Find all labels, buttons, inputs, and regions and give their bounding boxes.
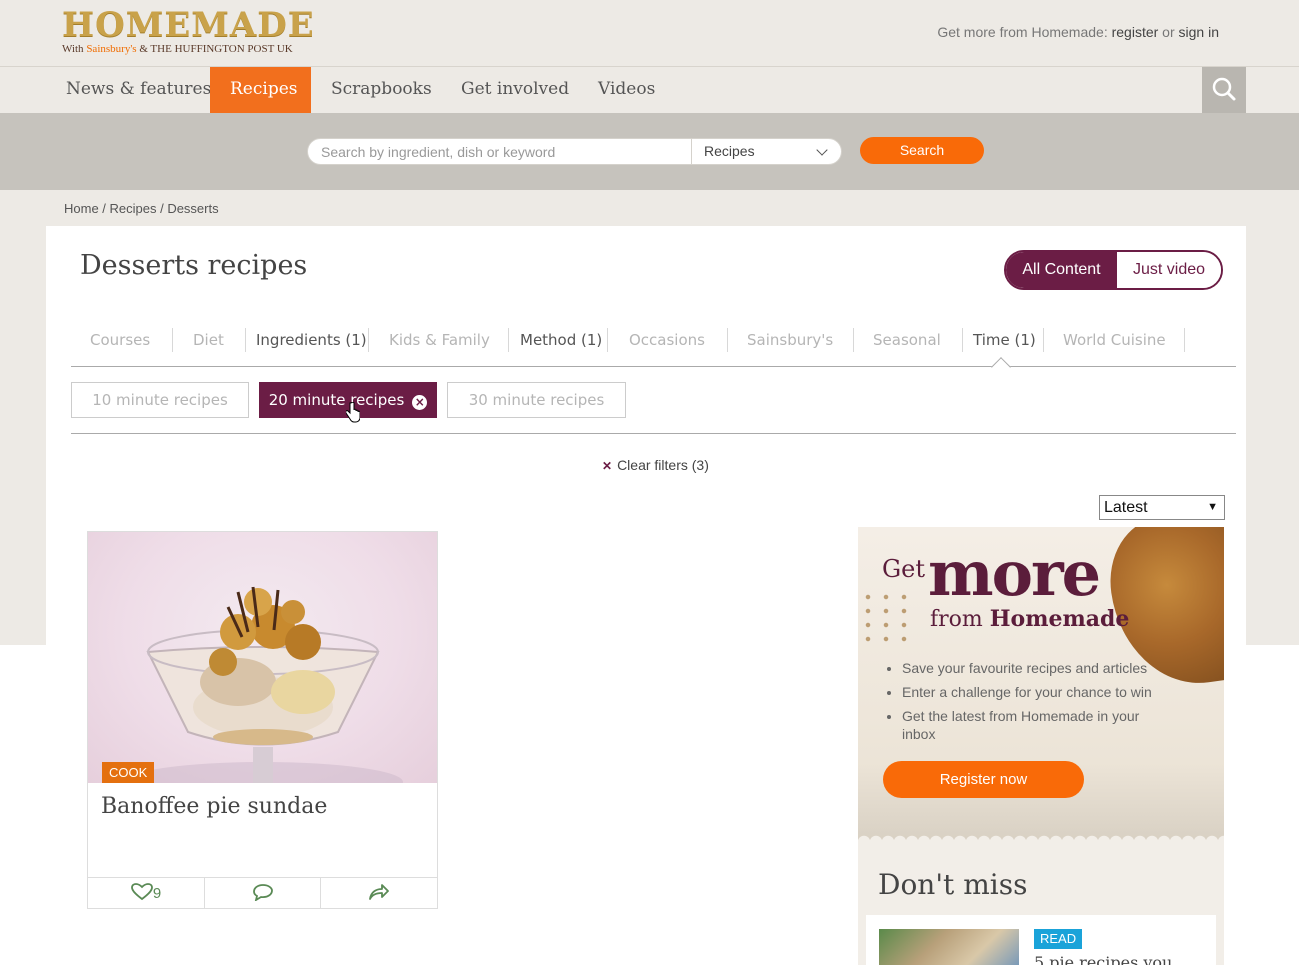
- logo-subtitle: With Sainsbury's & THE HUFFINGTON POST U…: [62, 43, 293, 55]
- heart-icon: [130, 883, 153, 901]
- nav-search-button[interactable]: [1202, 67, 1246, 113]
- recipe-actions: 9: [88, 877, 437, 909]
- chevron-down-icon[interactable]: [816, 144, 828, 156]
- promo-benefits: Save your favourite recipes and articles…: [902, 659, 1167, 749]
- read-badge: READ: [1034, 929, 1083, 949]
- recipe-badge: COOK: [102, 762, 155, 783]
- tab-occasions[interactable]: Occasions: [629, 325, 705, 355]
- dont-miss-headline[interactable]: 5 pie recipes you: [1034, 953, 1172, 965]
- promo-benefit: Enter a challenge for your chance to win: [902, 683, 1167, 701]
- register-link[interactable]: register: [1112, 24, 1159, 40]
- search-icon: [1212, 77, 1236, 101]
- account-prompt: Get more from Homemade:: [937, 24, 1112, 40]
- like-button[interactable]: 9: [88, 878, 204, 909]
- sort-select[interactable]: Latest ▼: [1099, 495, 1225, 520]
- sundae-illustration: [123, 586, 403, 783]
- search-scope-select[interactable]: Recipes: [704, 143, 755, 159]
- tab-ingredients[interactable]: Ingredients (1): [256, 325, 367, 355]
- comment-icon: [252, 884, 273, 902]
- recipe-image[interactable]: COOK: [88, 532, 437, 783]
- register-promo: Get more from Homemade Save your favouri…: [858, 527, 1224, 842]
- wave-divider-right: [1246, 636, 1299, 648]
- logo-wordmark: HOMEMADE: [62, 5, 315, 45]
- register-now-button[interactable]: Register now: [883, 761, 1084, 798]
- tab-kids-family[interactable]: Kids & Family: [389, 325, 490, 355]
- remove-filter-icon[interactable]: ×: [412, 395, 428, 410]
- nav-news-features[interactable]: News & features: [46, 67, 231, 113]
- chip-10-minute-recipes[interactable]: 10 minute recipes: [71, 382, 249, 418]
- tab-seasonal[interactable]: Seasonal: [873, 325, 941, 355]
- search-input[interactable]: [308, 139, 692, 164]
- chip-30-minute-recipes[interactable]: 30 minute recipes: [447, 382, 626, 418]
- homemade-logo[interactable]: HOMEMADE With Sainsbury's & THE HUFFINGT…: [62, 5, 315, 55]
- toggle-just-video[interactable]: Just video: [1117, 252, 1221, 288]
- dropdown-arrow-icon: ▼: [1207, 501, 1218, 513]
- nav-get-involved[interactable]: Get involved: [441, 67, 589, 113]
- page-title: Desserts recipes: [80, 250, 308, 281]
- tab-time[interactable]: Time (1): [973, 325, 1036, 355]
- promo-more: more: [928, 537, 1101, 610]
- content-toggle: All Content Just video: [1004, 250, 1223, 290]
- hand-cursor-icon: [346, 402, 360, 423]
- nav-videos[interactable]: Videos: [578, 67, 675, 113]
- tab-courses[interactable]: Courses: [90, 325, 150, 355]
- share-button[interactable]: [320, 878, 436, 909]
- like-count: 9: [152, 885, 162, 902]
- filter-tabs: Courses Diet Ingredients (1) Kids & Fami…: [71, 325, 1236, 367]
- promo-get: Get: [882, 555, 926, 583]
- tab-sainsburys[interactable]: Sainsbury's: [747, 325, 833, 355]
- main-nav: News & features Recipes Scrapbooks Get i…: [0, 67, 1299, 118]
- share-icon: [368, 884, 389, 900]
- tab-world-cuisine[interactable]: World Cuisine: [1063, 325, 1166, 355]
- dont-miss-title: Don't miss: [878, 868, 1028, 901]
- search-box: Recipes: [307, 138, 842, 165]
- dont-miss-image[interactable]: [879, 929, 1019, 965]
- promo-wave-edge: [858, 832, 1224, 842]
- crumbs-decoration: [858, 587, 918, 647]
- comment-button[interactable]: [204, 878, 320, 909]
- recipe-card[interactable]: COOK Banoffee pie sundae 9: [87, 531, 438, 909]
- nav-recipes[interactable]: Recipes: [210, 67, 311, 118]
- filter-divider: [71, 433, 1236, 434]
- top-bar: HOMEMADE With Sainsbury's & THE HUFFINGT…: [0, 0, 1299, 67]
- search-button[interactable]: Search: [860, 137, 984, 164]
- promo-from: from Homemade: [930, 606, 1130, 632]
- promo-benefit: Get the latest from Homemade in your inb…: [902, 707, 1167, 743]
- tab-diet[interactable]: Diet: [193, 325, 224, 355]
- account-links: Get more from Homemade: register or sign…: [937, 24, 1219, 40]
- recipe-title[interactable]: Banoffee pie sundae: [101, 794, 327, 819]
- sign-in-link[interactable]: sign in: [1179, 24, 1219, 40]
- close-icon: ✕: [602, 459, 613, 473]
- tab-method[interactable]: Method (1): [520, 325, 602, 355]
- nav-scrapbooks[interactable]: Scrapbooks: [311, 67, 452, 113]
- toggle-all-content[interactable]: All Content: [1006, 252, 1117, 288]
- clear-filters-link[interactable]: ✕ Clear filters (3): [602, 457, 709, 473]
- wave-divider-left: [0, 636, 46, 648]
- breadcrumb[interactable]: Home / Recipes / Desserts: [64, 201, 219, 216]
- promo-benefit: Save your favourite recipes and articles: [902, 659, 1167, 677]
